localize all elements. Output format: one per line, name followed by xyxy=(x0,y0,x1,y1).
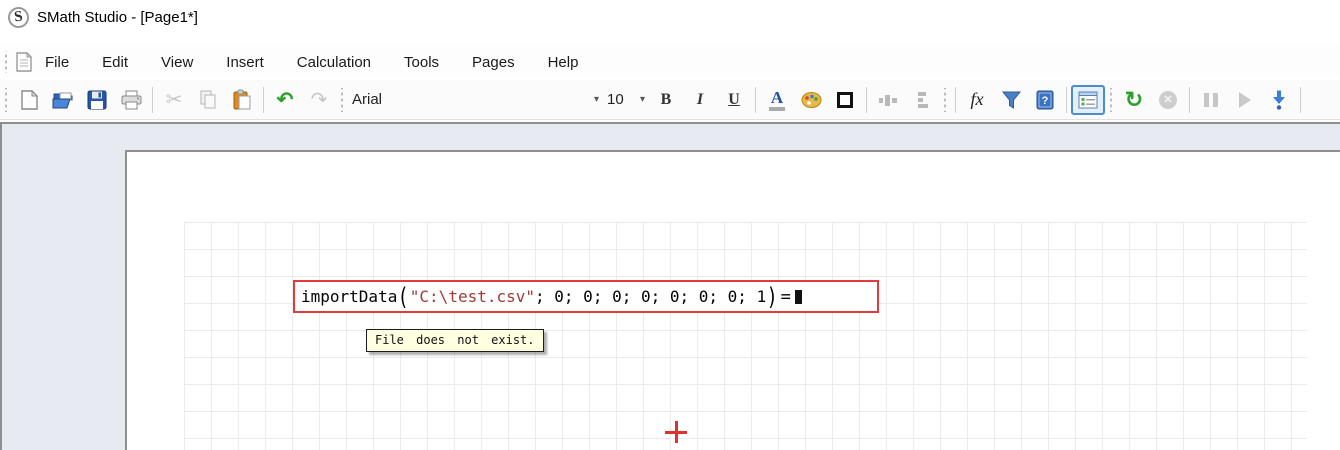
border-box-icon xyxy=(837,92,853,108)
bold-button[interactable]: B xyxy=(649,85,683,115)
toolbar-separator xyxy=(1189,87,1190,113)
stop-calculation-button[interactable]: ✕ xyxy=(1151,85,1185,115)
formula-error-region[interactable]: importData("C:\test.csv"; 0; 0; 0; 0; 0;… xyxy=(293,280,879,313)
toolbar-grip[interactable] xyxy=(2,88,10,112)
app-logo-icon: S xyxy=(7,5,31,29)
italic-button[interactable]: I xyxy=(683,85,717,115)
cut-button[interactable]: ✂ xyxy=(157,85,191,115)
new-document-button[interactable] xyxy=(12,85,46,115)
filter-button[interactable] xyxy=(994,85,1028,115)
play-icon xyxy=(1239,92,1251,108)
smath-studio-window: S SMath Studio - [Page1*] File Edit View… xyxy=(0,0,1340,450)
bold-icon: B xyxy=(661,91,672,109)
toolbar-separator xyxy=(1066,87,1067,113)
menu-bar: File Edit View Insert Calculation Tools … xyxy=(0,46,1340,78)
menu-calculation[interactable]: Calculation xyxy=(295,50,373,75)
cut-scissors-icon: ✂ xyxy=(166,90,183,110)
toolbar-grip[interactable] xyxy=(941,88,949,112)
toolbar-separator xyxy=(755,87,756,113)
font-size-value: 10 xyxy=(607,91,624,108)
underline-button[interactable]: U xyxy=(717,85,751,115)
font-color-button[interactable]: A xyxy=(760,85,794,115)
copy-button[interactable] xyxy=(191,85,225,115)
chevron-down-icon: ▾ xyxy=(640,94,645,105)
undo-icon: ↶ xyxy=(277,90,294,110)
formula-equals-sign: = xyxy=(781,287,791,307)
formula-function-name: importData xyxy=(301,287,397,306)
pause-debug-button[interactable] xyxy=(1194,85,1228,115)
formula-string-argument: "C:\test.csv" xyxy=(410,287,535,306)
save-button[interactable] xyxy=(80,85,114,115)
run-debug-button[interactable] xyxy=(1228,85,1262,115)
step-debug-button[interactable] xyxy=(1262,85,1296,115)
toolbar-separator xyxy=(152,87,153,113)
title-bar: S SMath Studio - [Page1*] xyxy=(0,0,1340,34)
menubar-grip[interactable] xyxy=(2,51,9,73)
open-file-button[interactable] xyxy=(46,85,80,115)
panel-window-icon xyxy=(1077,89,1099,111)
font-color-icon: A xyxy=(769,89,785,111)
redo-button[interactable]: ↷ xyxy=(302,85,336,115)
formula-numeric-arguments: ; 0; 0; 0; 0; 0; 0; 0; 1 xyxy=(535,287,766,306)
insertion-crosshair xyxy=(665,421,687,443)
toolbar-separator xyxy=(955,87,956,113)
undo-button[interactable]: ↶ xyxy=(268,85,302,115)
menu-tools[interactable]: Tools xyxy=(402,50,441,75)
menu-pages[interactable]: Pages xyxy=(470,50,517,75)
side-panel-toggle-button[interactable] xyxy=(1071,85,1105,115)
border-button[interactable] xyxy=(828,85,862,115)
palette-icon xyxy=(800,89,823,111)
toolbar-separator xyxy=(1300,87,1301,113)
reference-book-button[interactable]: ? xyxy=(1028,85,1062,115)
svg-text:?: ? xyxy=(1042,95,1049,107)
background-color-button[interactable] xyxy=(794,85,828,115)
italic-icon: I xyxy=(697,91,703,109)
recalculate-button[interactable]: ↻ xyxy=(1117,85,1151,115)
window-title: SMath Studio - [Page1*] xyxy=(37,9,198,26)
menu-help[interactable]: Help xyxy=(546,50,581,75)
menu-insert[interactable]: Insert xyxy=(224,50,266,75)
open-folder-icon xyxy=(52,89,75,111)
toolbar-grip[interactable] xyxy=(1107,88,1115,112)
error-tooltip: File does not exist. xyxy=(366,329,544,352)
paste-button[interactable] xyxy=(225,85,259,115)
toolbar-grip[interactable] xyxy=(338,88,346,112)
help-book-icon: ? xyxy=(1034,89,1056,111)
menu-view[interactable]: View xyxy=(159,50,195,75)
toolbar-separator xyxy=(263,87,264,113)
insert-function-button[interactable]: fx xyxy=(960,85,994,115)
align-vertical-button[interactable] xyxy=(905,85,939,115)
align-horizontal-button[interactable] xyxy=(871,85,905,115)
new-document-icon xyxy=(18,89,40,111)
align-vertical-icon xyxy=(911,89,933,111)
menu-edit[interactable]: Edit xyxy=(100,50,130,75)
font-name-combo[interactable]: Arial ▾ xyxy=(348,87,603,113)
function-fx-icon: fx xyxy=(971,89,984,110)
chevron-down-icon: ▾ xyxy=(594,94,599,105)
copy-icon xyxy=(197,89,219,111)
filter-funnel-icon xyxy=(1000,89,1023,111)
align-horizontal-icon xyxy=(877,89,899,111)
underline-icon: U xyxy=(728,91,740,109)
pause-icon xyxy=(1204,93,1218,107)
font-size-combo[interactable]: 10 ▾ xyxy=(603,87,649,113)
font-name-value: Arial xyxy=(352,91,382,108)
worksheet-grid[interactable] xyxy=(184,222,1307,450)
stop-icon: ✕ xyxy=(1159,91,1177,109)
toolbar-separator xyxy=(866,87,867,113)
step-down-arrow-icon xyxy=(1268,89,1290,111)
toolbar: ✂ ↶ ↷ xyxy=(0,80,1340,120)
redo-icon: ↷ xyxy=(311,90,328,110)
document-page-icon xyxy=(15,52,33,72)
printer-icon xyxy=(120,89,143,111)
print-button[interactable] xyxy=(114,85,148,115)
paste-clipboard-icon xyxy=(231,89,253,111)
save-floppy-icon xyxy=(86,89,108,111)
menu-file[interactable]: File xyxy=(43,50,71,75)
result-placeholder xyxy=(795,290,802,304)
recalculate-refresh-icon: ↻ xyxy=(1125,89,1143,111)
